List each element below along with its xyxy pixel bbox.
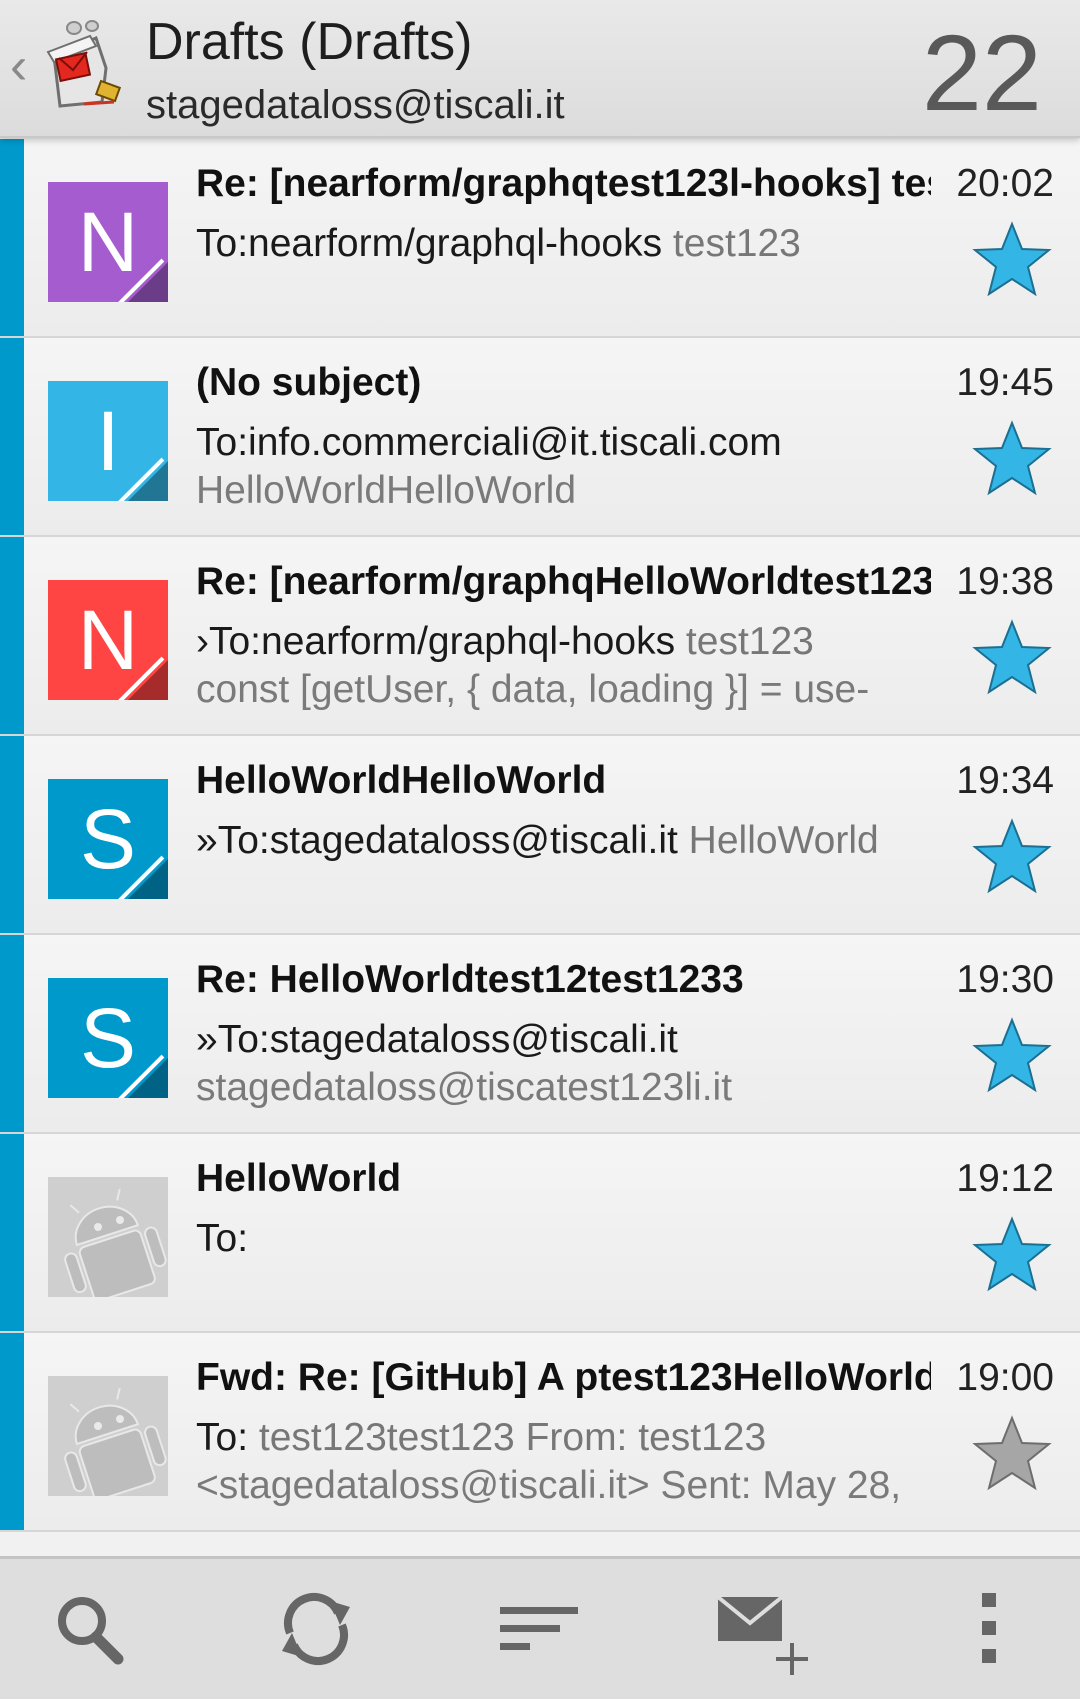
bottom-action-bar	[0, 1556, 1080, 1699]
message-time: 19:00	[956, 1356, 1054, 1399]
message-recipient: ›To:nearform/graphql-hooks test123	[196, 620, 814, 663]
star-icon[interactable]	[972, 221, 1052, 297]
contact-avatar[interactable]: I	[48, 381, 168, 501]
contact-avatar[interactable]: S	[48, 978, 168, 1098]
message-list: N Re: [nearform/graphqtest123l-hooks] te…	[0, 139, 1080, 1532]
message-row[interactable]: S HelloWorldHelloWorld 19:34 »To:stageda…	[0, 736, 1080, 935]
message-subject: Re: [nearform/graphqtest123l-hooks] test…	[196, 162, 931, 205]
message-recipient: To:nearform/graphql-hooks test123	[196, 222, 801, 265]
message-count: 22	[921, 12, 1042, 133]
message-time: 19:30	[956, 958, 1054, 1001]
unread-indicator	[0, 338, 24, 535]
message-recipient: »To:stagedataloss@tiscali.it	[196, 1018, 678, 1061]
message-recipient: To: test123test123 From: test123	[196, 1416, 767, 1459]
message-row[interactable]: HelloWorld 19:12 To:	[0, 1134, 1080, 1333]
message-recipient: »To:stagedataloss@tiscali.it HelloWorld	[196, 819, 879, 862]
android-robot-icon	[48, 1376, 168, 1496]
unread-indicator	[0, 537, 24, 734]
message-row[interactable]: I (No subject) 19:45 To:info.commerciali…	[0, 338, 1080, 537]
star-icon[interactable]	[972, 1415, 1052, 1491]
unread-indicator	[0, 1134, 24, 1331]
action-bar: ‹ Drafts (Drafts) stagedataloss@tiscali.…	[0, 0, 1080, 138]
avatar-letter: I	[96, 394, 120, 488]
unread-indicator	[0, 935, 24, 1132]
back-chevron-icon[interactable]: ‹	[10, 40, 27, 92]
app-logo-icon[interactable]	[44, 18, 124, 114]
message-subject: Re: [nearform/graphqHelloWorldtest123	[196, 560, 931, 603]
unread-indicator	[0, 1333, 24, 1530]
message-subject: Fwd: Re: [GitHub] A ptest123HelloWorld	[196, 1356, 931, 1399]
message-subject: HelloWorldHelloWorld	[196, 759, 607, 802]
folder-title: Drafts (Drafts)	[146, 13, 473, 71]
message-subject: (No subject)	[196, 361, 422, 404]
compose-icon[interactable]	[712, 1579, 812, 1679]
default-contact-avatar[interactable]	[48, 1177, 168, 1297]
message-preview: <stagedataloss@tiscali.it> Sent: May 28,	[196, 1464, 902, 1507]
contact-avatar[interactable]: N	[48, 182, 168, 302]
refresh-icon[interactable]	[266, 1579, 366, 1679]
message-row[interactable]: N Re: [nearform/graphqtest123l-hooks] te…	[0, 139, 1080, 338]
overflow-menu-icon[interactable]	[940, 1579, 1040, 1679]
star-icon[interactable]	[972, 420, 1052, 496]
contact-avatar[interactable]: N	[48, 580, 168, 700]
message-preview: const [getUser, { data, loading }] = use…	[196, 668, 870, 711]
message-preview: stagedataloss@tiscatest123li.it	[196, 1066, 733, 1109]
search-icon[interactable]	[40, 1579, 140, 1679]
contact-avatar[interactable]: S	[48, 779, 168, 899]
android-robot-icon	[48, 1177, 168, 1297]
star-icon[interactable]	[972, 818, 1052, 894]
message-time: 20:02	[956, 162, 1054, 205]
message-row[interactable]: N Re: [nearform/graphqHelloWorldtest123 …	[0, 537, 1080, 736]
star-icon[interactable]	[972, 1216, 1052, 1292]
account-email: stagedataloss@tiscali.it	[146, 83, 565, 127]
default-contact-avatar[interactable]	[48, 1376, 168, 1496]
message-row[interactable]: Fwd: Re: [GitHub] A ptest123HelloWorld 1…	[0, 1333, 1080, 1532]
message-recipient: To:info.commerciali@it.tiscali.com	[196, 421, 782, 464]
message-time: 19:12	[956, 1157, 1054, 1200]
message-subject: HelloWorld	[196, 1157, 402, 1200]
sort-icon[interactable]	[490, 1579, 590, 1679]
message-row[interactable]: S Re: HelloWorldtest12test1233 19:30 »To…	[0, 935, 1080, 1134]
message-recipient: To:	[196, 1217, 249, 1260]
star-icon[interactable]	[972, 1017, 1052, 1093]
message-time: 19:38	[956, 560, 1054, 603]
message-time: 19:45	[956, 361, 1054, 404]
message-subject: Re: HelloWorldtest12test1233	[196, 958, 744, 1001]
unread-indicator	[0, 139, 24, 336]
unread-indicator	[0, 736, 24, 933]
star-icon[interactable]	[972, 619, 1052, 695]
message-preview: HelloWorldHelloWorld	[196, 469, 577, 512]
message-time: 19:34	[956, 759, 1054, 802]
